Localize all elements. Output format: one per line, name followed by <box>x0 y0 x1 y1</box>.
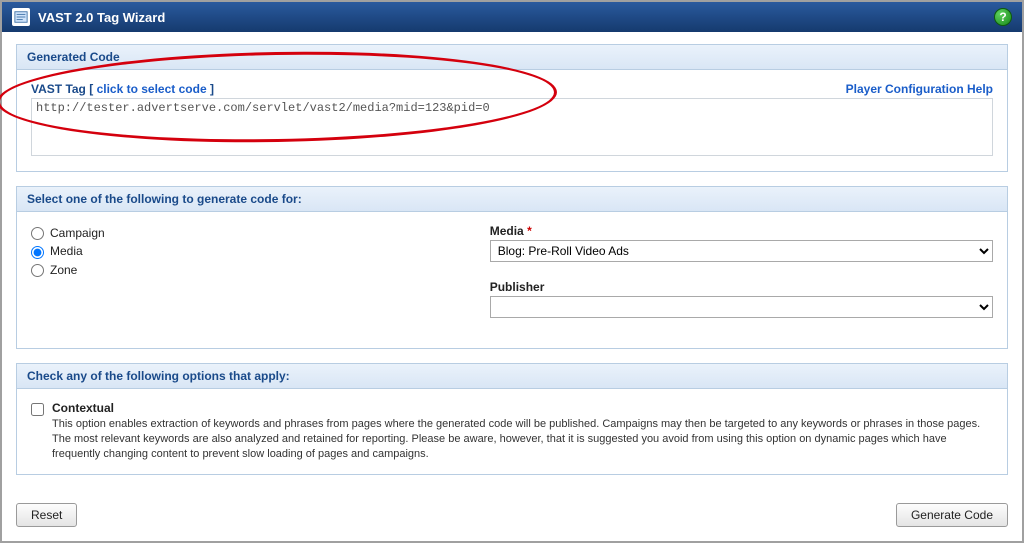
tag-label-prefix: VAST Tag [ <box>31 82 97 96</box>
select-section-header: Select one of the following to generate … <box>16 186 1008 212</box>
publisher-select[interactable] <box>490 296 993 318</box>
reset-button[interactable]: Reset <box>16 503 77 527</box>
radio-campaign-label: Campaign <box>50 226 105 240</box>
generated-code-textarea[interactable] <box>31 98 993 156</box>
select-code-link[interactable]: click to select code <box>97 82 207 96</box>
footer-buttons: Reset Generate Code <box>2 503 1022 541</box>
media-field-label: Media * <box>490 224 993 238</box>
tag-label-suffix: ] <box>207 82 214 96</box>
radio-zone-label: Zone <box>50 263 77 277</box>
generated-code-header: Generated Code <box>16 44 1008 70</box>
generated-code-body: VAST Tag [ click to select code ] Player… <box>16 70 1008 172</box>
generate-for-radios: Campaign Media Zone <box>31 224 460 336</box>
content-area: Generated Code VAST Tag [ click to selec… <box>2 32 1022 503</box>
radio-campaign[interactable]: Campaign <box>31 224 460 242</box>
generate-code-button[interactable]: Generate Code <box>896 503 1008 527</box>
media-select[interactable]: Blog: Pre-Roll Video Ads <box>490 240 993 262</box>
titlebar: VAST 2.0 Tag Wizard ? <box>2 2 1022 32</box>
radio-media-input[interactable] <box>31 246 44 259</box>
radio-media-label: Media <box>50 244 83 258</box>
contextual-title: Contextual <box>52 401 993 415</box>
options-section-header: Check any of the following options that … <box>16 363 1008 389</box>
radio-campaign-input[interactable] <box>31 227 44 240</box>
media-label-text: Media <box>490 224 524 238</box>
player-config-help-link[interactable]: Player Configuration Help <box>846 82 993 96</box>
wizard-icon <box>12 8 30 26</box>
select-section-body: Campaign Media Zone Media * Blog: Pre-Ro… <box>16 212 1008 349</box>
radio-zone[interactable]: Zone <box>31 261 460 279</box>
contextual-checkbox[interactable] <box>31 403 44 416</box>
required-marker: * <box>527 224 532 238</box>
radio-zone-input[interactable] <box>31 264 44 277</box>
vast-tag-label: VAST Tag [ click to select code ] <box>31 82 214 96</box>
publisher-field-label: Publisher <box>490 280 993 294</box>
window-title: VAST 2.0 Tag Wizard <box>38 10 165 25</box>
options-section-body: Contextual This option enables extractio… <box>16 389 1008 475</box>
contextual-description: This option enables extraction of keywor… <box>52 417 993 462</box>
help-icon[interactable]: ? <box>994 8 1012 26</box>
wizard-window: VAST 2.0 Tag Wizard ? Generated Code VAS… <box>0 0 1024 543</box>
radio-media[interactable]: Media <box>31 242 460 260</box>
